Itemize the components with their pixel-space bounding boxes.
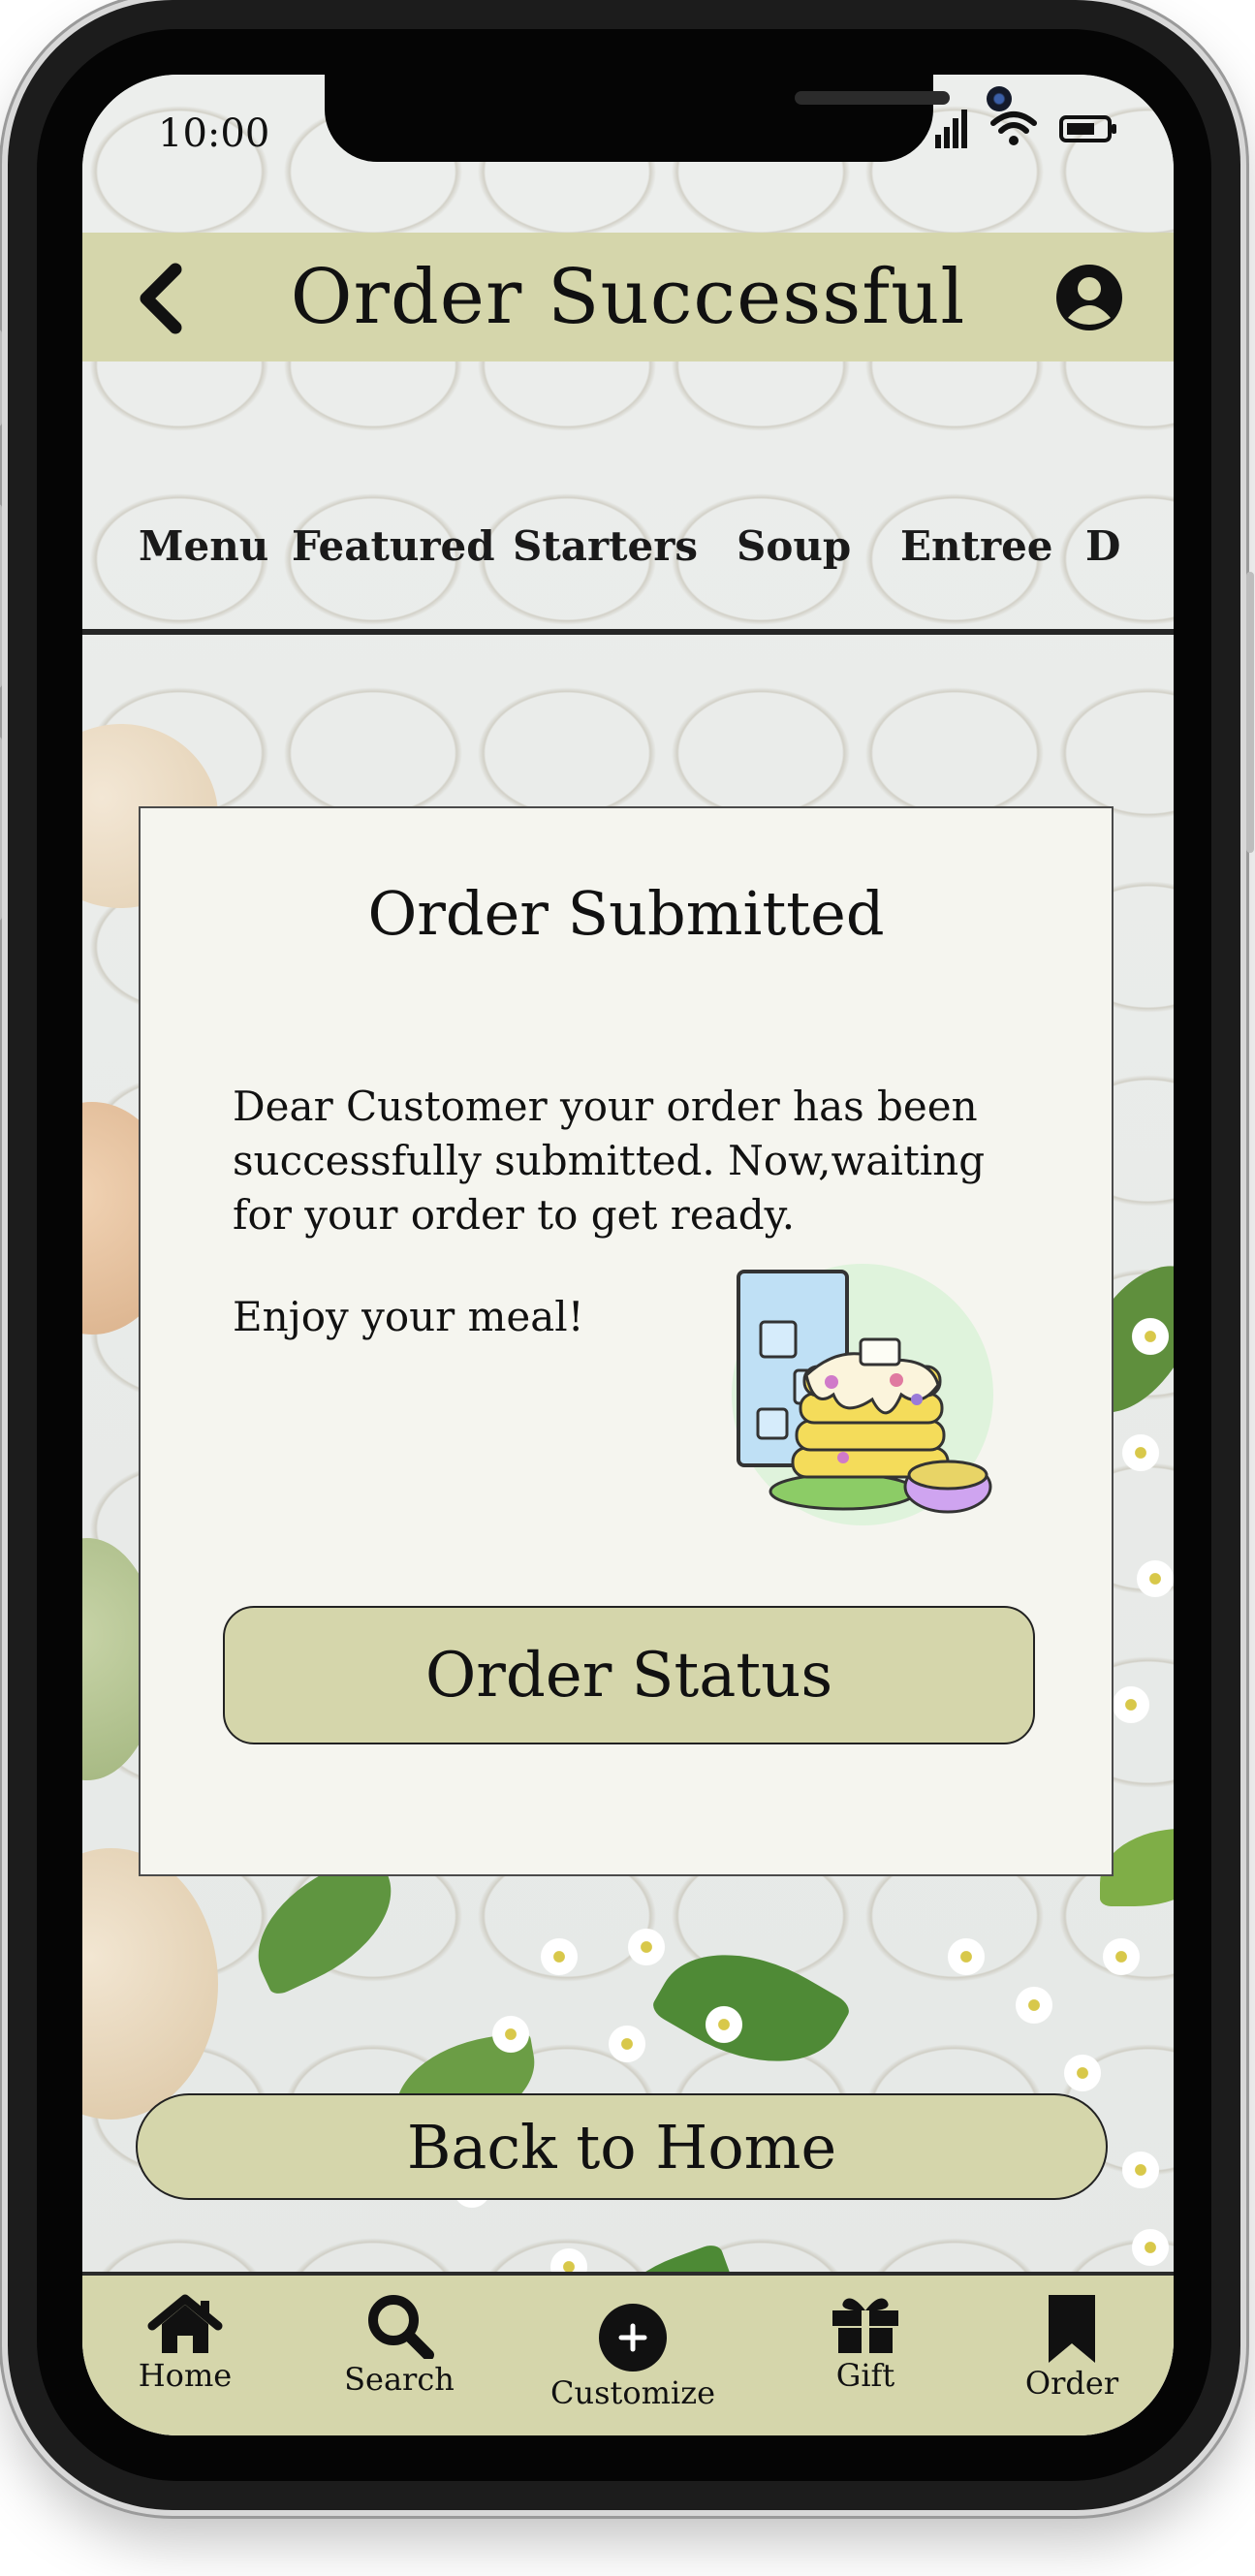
volume-down-button — [0, 737, 2, 921]
flower-image — [489, 2013, 532, 2056]
category-tabs: Menu Featured Starters Soup Entree D — [82, 522, 1174, 594]
flower-image — [625, 1926, 668, 1968]
flower-image — [1061, 2052, 1104, 2094]
flower-image — [1100, 1935, 1143, 1978]
flower-image — [538, 1935, 580, 1978]
enjoy-message: Enjoy your meal! — [233, 1293, 584, 1340]
nav-label-gift: Gift — [835, 2357, 895, 2394]
flower-image — [1013, 1984, 1055, 2026]
screen: 10:00 Order Successful Menu Featured Sta… — [82, 75, 1174, 2435]
nav-item-customize[interactable]: Customize — [550, 2303, 715, 2411]
nav-label-customize: Customize — [550, 2374, 716, 2411]
confirmation-message: Dear Customer your order has been succes… — [233, 1083, 986, 1239]
tab-menu[interactable]: Menu — [139, 522, 268, 570]
profile-icon[interactable] — [1055, 264, 1123, 331]
mute-switch — [0, 330, 2, 426]
leaf-image — [648, 1918, 854, 2098]
macaron-image — [82, 1848, 218, 2120]
status-icons — [935, 110, 1117, 148]
page-title: Order Successful — [290, 254, 966, 341]
flower-image — [1129, 2226, 1172, 2269]
order-status-button[interactable]: Order Status — [223, 1606, 1035, 1744]
card-title: Order Submitted — [367, 878, 885, 949]
nav-item-order[interactable]: Order — [989, 2293, 1154, 2402]
nav-label-home: Home — [138, 2357, 233, 2394]
plus-circle-icon — [599, 2304, 667, 2372]
flower-image — [1129, 1315, 1172, 1358]
nav-item-home[interactable]: Home — [103, 2293, 267, 2394]
nav-item-gift[interactable]: Gift — [783, 2293, 948, 2394]
meal-illustration — [732, 1264, 993, 1525]
tab-starters[interactable]: Starters — [513, 522, 698, 570]
flower-image — [703, 2003, 745, 2046]
back-to-home-button[interactable]: Back to Home — [136, 2093, 1108, 2200]
volume-up-button — [0, 504, 2, 688]
bottom-nav: Home Search Customize Gift Order — [82, 2272, 1174, 2435]
bookmark-icon — [1049, 2295, 1095, 2363]
search-icon — [368, 2295, 434, 2359]
tab-d[interactable]: D — [1085, 522, 1120, 570]
tabs-divider — [82, 629, 1174, 635]
flower-image — [606, 2023, 648, 2065]
nav-label-search: Search — [344, 2361, 455, 2398]
tab-entree[interactable]: Entree — [900, 522, 1053, 570]
nav-item-search[interactable]: Search — [317, 2293, 482, 2398]
tab-featured[interactable]: Featured — [292, 522, 495, 570]
signal-icon — [935, 110, 967, 148]
flower-image — [1134, 1557, 1174, 1600]
order-confirmation-card: Order Submitted Dear Customer your order… — [139, 806, 1114, 1876]
status-time: 10:00 — [158, 111, 270, 156]
front-camera — [987, 86, 1012, 111]
speaker — [795, 91, 950, 105]
flower-image — [1110, 1683, 1152, 1726]
tab-soup[interactable]: Soup — [737, 522, 851, 570]
notch — [325, 75, 1012, 162]
home-icon — [147, 2294, 223, 2353]
nav-label-order: Order — [1024, 2365, 1119, 2402]
flower-image — [945, 1935, 988, 1978]
flower-image — [1119, 2149, 1162, 2191]
app-header: Order Successful — [82, 233, 1174, 361]
battery-icon — [1059, 115, 1116, 142]
wifi-icon — [990, 111, 1037, 145]
flower-image — [1119, 1431, 1162, 1474]
power-button — [1246, 572, 1254, 853]
gift-icon — [832, 2298, 898, 2353]
